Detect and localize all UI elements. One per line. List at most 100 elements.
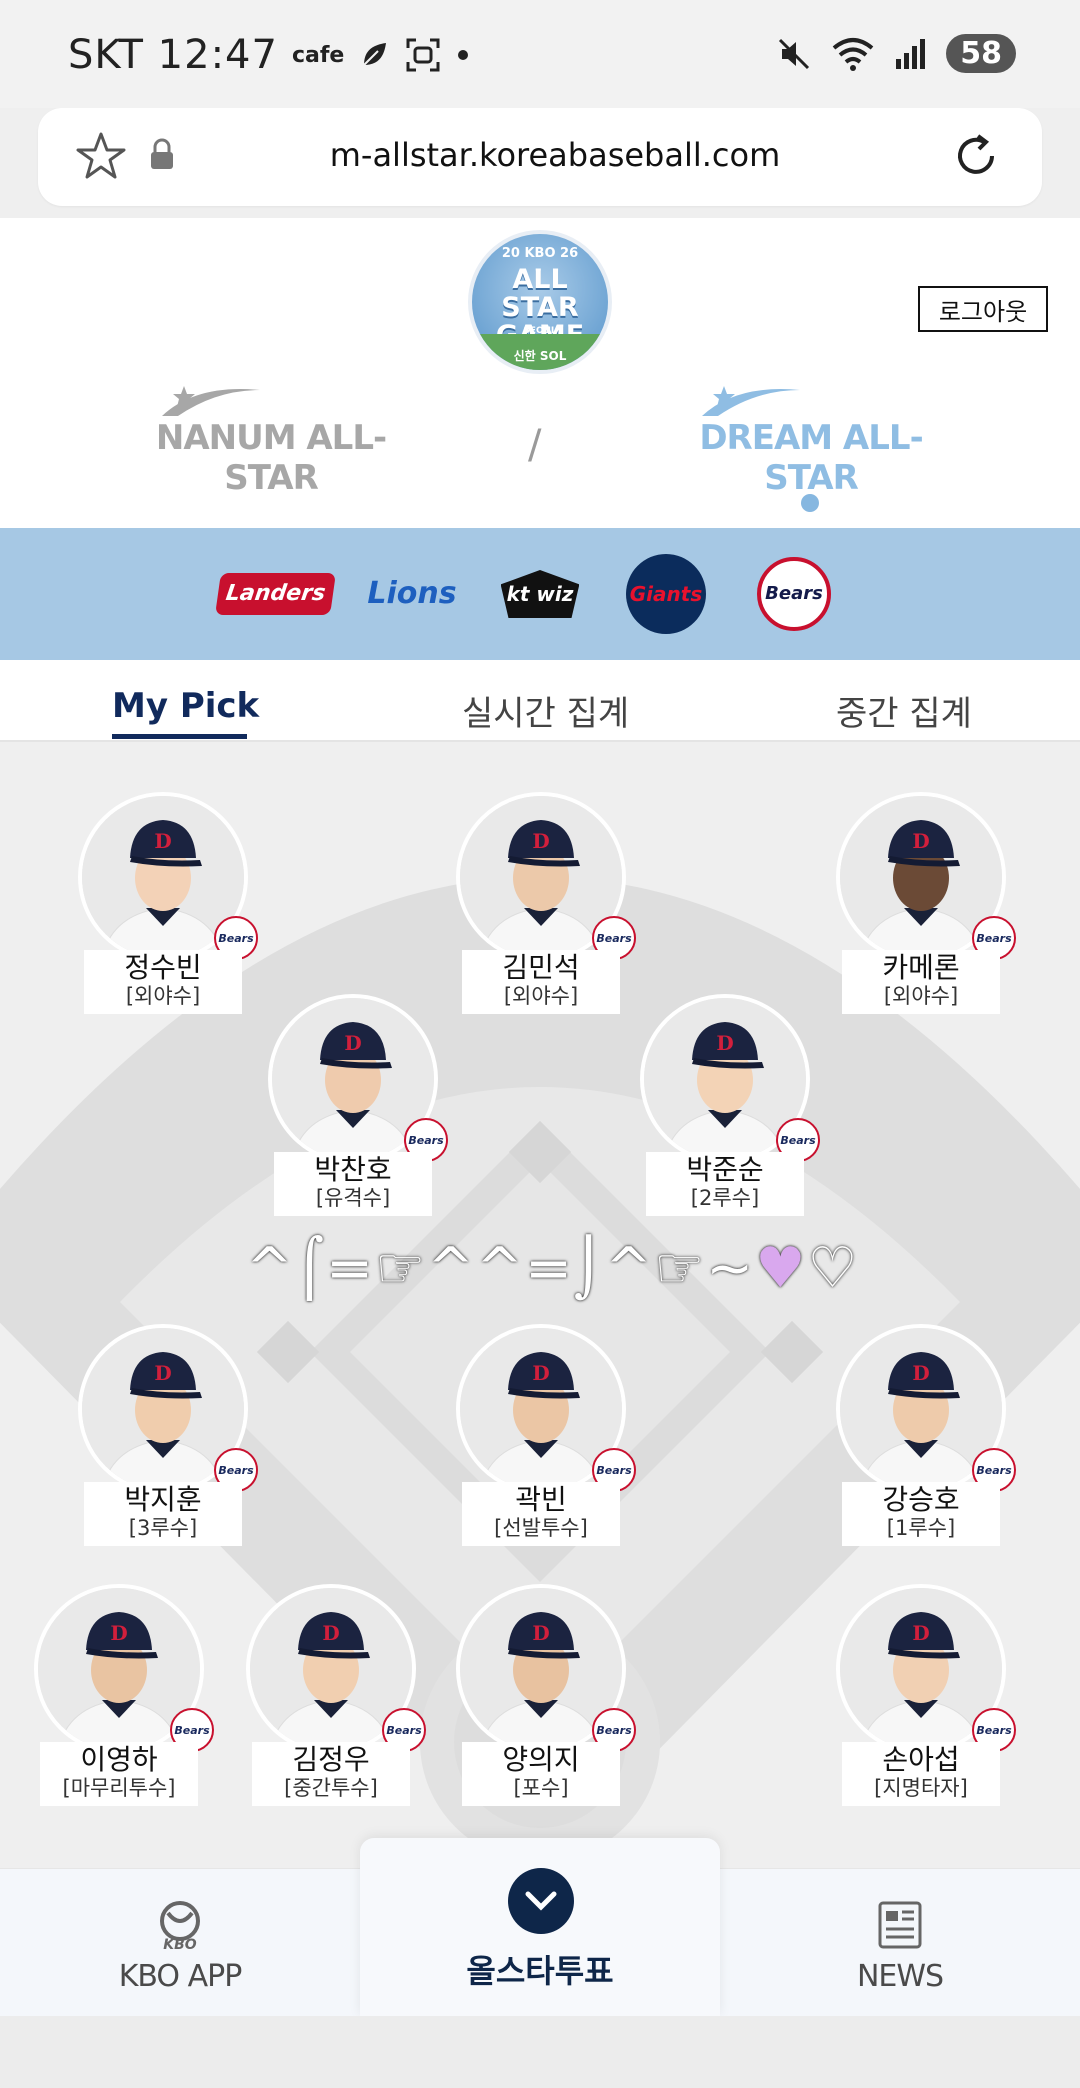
dream-swoosh-icon (702, 386, 800, 416)
player-position: [마무리투수] (62, 1776, 176, 1800)
url-text[interactable]: m-allstar.koreabaseball.com (188, 136, 922, 174)
screenshot-icon (406, 38, 440, 72)
svg-text:D: D (912, 1621, 929, 1645)
player-name: 김민석 (502, 951, 580, 984)
dream-allstar-tab[interactable]: DREAM ALL-STAR (686, 380, 936, 498)
team-strip: Landers Lions kt wiz Giants Bears (0, 528, 1080, 660)
news-icon (878, 1901, 922, 1949)
vote-toggle-circle[interactable] (508, 1868, 574, 1934)
status-right: 58 (776, 34, 1016, 73)
player-label: 카메론 [외야수] (842, 950, 1000, 1014)
heart-filled-icon: ♥ (755, 1235, 808, 1301)
player-position: [외야수] (883, 984, 959, 1008)
dream-allstar-label: DREAM ALL-STAR (699, 418, 923, 498)
dot-icon (458, 50, 469, 60)
lock-icon (151, 138, 173, 169)
player-name: 곽빈 (515, 1483, 567, 1516)
tab-bar: My Pick 실시간 집계 중간 집계 (0, 660, 1080, 742)
status-bar: SKT 12:47 cafe 58 (0, 0, 1080, 108)
reload-icon[interactable] (948, 128, 1004, 184)
svg-text:D: D (154, 829, 171, 853)
player-position: [1루수] (886, 1516, 956, 1540)
player-name: 정수빈 (124, 951, 202, 984)
nanum-allstar-tab[interactable]: NANUM ALL-STAR (146, 380, 396, 498)
svg-text:D: D (532, 1361, 549, 1385)
player-label: 이영하 [마무리투수] (40, 1742, 198, 1806)
allstar-vote-button[interactable]: 올스타투표 (360, 1838, 720, 2016)
status-left: SKT 12:47 cafe (68, 32, 470, 78)
carrier-time: SKT 12:47 (68, 32, 278, 78)
team-giants[interactable]: Giants (618, 550, 714, 638)
player-label: 곽빈 [선발투수] (462, 1482, 620, 1546)
svg-text:D: D (912, 1361, 929, 1385)
app-root: SKT 12:47 cafe 58 m-allstar.koreabasebal… (0, 0, 1080, 2088)
player-position: [3루수] (128, 1516, 198, 1540)
system-nav-area (0, 2016, 1080, 2088)
heart-outline-icon: ♡ (807, 1235, 860, 1301)
team-landers[interactable]: Landers (215, 550, 337, 638)
player-name: 강승호 (882, 1483, 960, 1516)
svg-text:D: D (912, 829, 929, 853)
team-bears[interactable]: Bears (746, 550, 842, 638)
player-label: 양의지 [포수] (462, 1742, 620, 1806)
svg-text:D: D (532, 1621, 549, 1645)
player-label: 박준순 [2루수] (646, 1152, 804, 1216)
player-label: 김정우 [중간투수] (252, 1742, 410, 1806)
player-label: 박찬호 [유격수] (274, 1152, 432, 1216)
emoticon-text: ^⌠=☞^^=⌡^☞~ (246, 1235, 756, 1301)
player-position: [유격수] (315, 1186, 391, 1210)
emoticon-overlay: ^⌠=☞^^=⌡^☞~ ♥ ♡ (246, 1230, 860, 1306)
tab-my-pick[interactable]: My Pick (112, 686, 259, 726)
allstar-game-logo[interactable]: 20 KBO 26 ALL STAR GAME SEOUL 신한 SOL (468, 230, 612, 374)
nav-news-label: NEWS (856, 1959, 944, 1994)
nav-kbo-app[interactable]: KBO KBO APP (80, 1899, 280, 1994)
player-name: 손아섭 (882, 1743, 960, 1776)
svg-text:D: D (322, 1621, 339, 1645)
ktwiz-logo: kt wiz (500, 570, 580, 618)
vote-label: 올스타투표 (466, 1952, 614, 1990)
player-position: [외야수] (503, 984, 579, 1008)
player-name: 박지훈 (124, 1483, 202, 1516)
team-lions[interactable]: Lions (364, 550, 460, 638)
leaf-icon (363, 43, 387, 66)
player-name: 김정우 (292, 1743, 370, 1776)
bookmark-star-icon[interactable] (74, 130, 128, 184)
signal-icon (896, 38, 926, 69)
nanum-allstar-label: NANUM ALL-STAR (155, 418, 387, 498)
giants-logo: Giants (626, 554, 706, 634)
player-position: [선발투수] (494, 1516, 588, 1540)
wifi-icon (832, 37, 874, 71)
svg-text:KBO: KBO (163, 1937, 197, 1951)
kbo-logo-icon: KBO (160, 1901, 200, 1953)
nav-kbo-app-label: KBO APP (118, 1959, 243, 1994)
svg-text:D: D (532, 829, 549, 853)
player-position: [2루수] (690, 1186, 760, 1210)
url-bar[interactable]: m-allstar.koreabaseball.com (38, 108, 1042, 206)
player-name: 카메론 (882, 951, 960, 984)
player-label: 손아섭 [지명타자] (842, 1742, 1000, 1806)
tab-realtime[interactable]: 실시간 집계 (462, 686, 629, 735)
player-label: 정수빈 [외야수] (84, 950, 242, 1014)
logo-sponsor-text: 신한 SOL (513, 349, 567, 363)
logo-line-1: ALL STAR (501, 264, 579, 323)
player-position: [지명타자] (874, 1776, 968, 1800)
nav-news[interactable]: NEWS (800, 1899, 1000, 1994)
landers-logo: Landers (215, 573, 337, 615)
mute-icon (779, 38, 810, 69)
bears-logo: Bears (757, 557, 831, 631)
player-position: [포수] (513, 1776, 569, 1800)
selected-league-indicator (801, 494, 819, 512)
player-name: 양의지 (502, 1743, 580, 1776)
league-separator: / (528, 422, 542, 468)
lions-logo: Lions (367, 576, 457, 611)
player-position: [외야수] (125, 984, 201, 1008)
cafe-app-label: cafe (291, 42, 345, 68)
logout-button[interactable]: 로그아웃 (918, 286, 1048, 332)
tab-interim[interactable]: 중간 집계 (836, 686, 972, 735)
page-header: 20 KBO 26 ALL STAR GAME SEOUL 신한 SOL 로그아… (0, 218, 1080, 528)
battery-badge: 58 (946, 34, 1016, 73)
player-label: 김민석 [외야수] (462, 950, 620, 1014)
logo-top-text: 20 KBO 26 (501, 246, 579, 261)
player-name: 이영하 (80, 1743, 158, 1776)
team-ktwiz[interactable]: kt wiz (492, 550, 588, 638)
